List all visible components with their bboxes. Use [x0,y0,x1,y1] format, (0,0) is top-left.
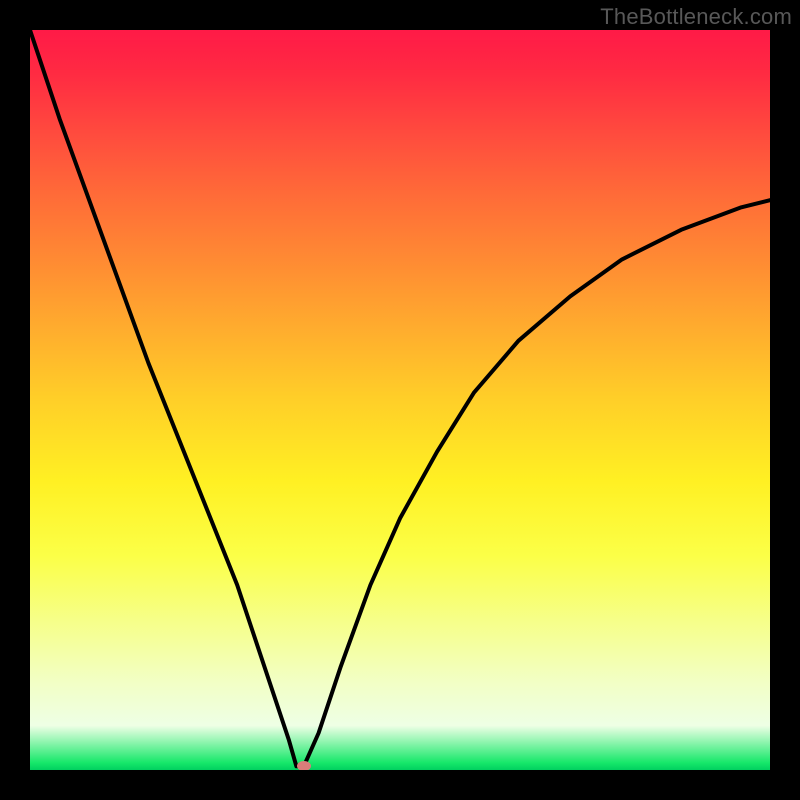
chart-plot-area [30,30,770,770]
chart-curve [30,30,770,770]
watermark-label: TheBottleneck.com [600,4,792,30]
notch-marker [297,761,311,770]
